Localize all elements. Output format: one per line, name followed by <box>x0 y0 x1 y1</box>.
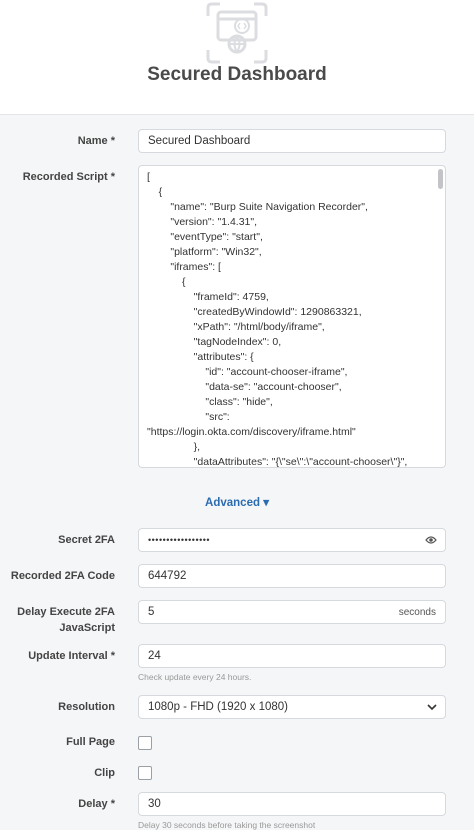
script-line: }, <box>147 441 201 453</box>
delay-input[interactable]: 30 <box>138 792 446 816</box>
update-interval-hint: Check update every 24 hours. <box>138 672 252 682</box>
script-line: "platform": "Win32", <box>147 246 262 258</box>
secret-2fa-input[interactable]: ••••••••••••••••• <box>138 528 446 552</box>
delay-label: Delay * <box>78 798 115 810</box>
script-line: "iframes": [ <box>147 261 221 273</box>
recorded-2fa-code-value: 644792 <box>148 570 187 582</box>
advanced-toggle[interactable]: Advanced ▾ <box>0 495 474 509</box>
clip-label: Clip <box>94 767 115 779</box>
script-line: "tagNodeIndex": 0, <box>147 336 282 348</box>
script-line: "class": "hide", <box>147 396 273 408</box>
script-line: [ <box>147 171 150 183</box>
secret-2fa-label: Secret 2FA <box>58 534 115 546</box>
delay-value: 30 <box>148 798 161 810</box>
script-line: "version": "1.4.31", <box>147 216 258 228</box>
seconds-suffix: seconds <box>398 606 436 618</box>
resolution-select[interactable]: 1080p - FHD (1920 x 1080) <box>138 695 446 719</box>
recorded-script-label: Recorded Script * <box>22 171 115 183</box>
resolution-value: 1080p - FHD (1920 x 1080) <box>148 701 288 713</box>
delay-execute-2fa-label: Delay Execute 2FA JavaScript <box>17 604 115 636</box>
script-line: "id": "account-chooser-iframe", <box>147 366 348 378</box>
scrollbar[interactable] <box>438 169 443 189</box>
script-line: "frameId": 4759, <box>147 291 269 303</box>
page-title: Secured Dashboard <box>147 64 327 85</box>
delay-execute-2fa-label-line2: JavaScript <box>59 622 115 634</box>
full-page-label: Full Page <box>66 736 115 748</box>
page-header: Secured Dashboard <box>0 0 474 115</box>
name-input[interactable]: Secured Dashboard <box>138 129 446 153</box>
clip-checkbox[interactable] <box>138 766 152 780</box>
chevron-down-icon <box>427 704 437 711</box>
script-line: "createdByWindowId": 1290863321, <box>147 306 362 318</box>
eye-icon[interactable] <box>425 535 437 545</box>
name-label: Name * <box>77 135 115 147</box>
update-interval-value: 24 <box>148 650 161 662</box>
recorded-script-textarea[interactable]: [ { "name": "Burp Suite Navigation Recor… <box>138 165 446 468</box>
script-line: "data-se": "account-chooser", <box>147 381 342 393</box>
script-line: "https://login.okta.com/discovery/iframe… <box>147 426 356 438</box>
update-interval-label: Update Interval * <box>28 650 115 662</box>
resolution-label: Resolution <box>58 701 115 713</box>
recorded-2fa-code-input[interactable]: 644792 <box>138 564 446 588</box>
script-line: "attributes": { <box>147 351 254 363</box>
full-page-checkbox[interactable] <box>138 736 152 750</box>
script-line: "dataAttributes": "{\"se\":\"account-cho… <box>147 456 408 468</box>
script-line: { <box>147 276 186 288</box>
script-line: "src": <box>147 411 230 423</box>
delay-execute-2fa-input[interactable]: 5 seconds <box>138 600 446 624</box>
delay-hint: Delay 30 seconds before taking the scree… <box>138 820 316 830</box>
update-interval-input[interactable]: 24 <box>138 644 446 668</box>
recorded-2fa-code-label: Recorded 2FA Code <box>10 570 115 582</box>
script-line: "xPath": "/html/body/iframe", <box>147 321 325 333</box>
script-line: { <box>147 186 163 198</box>
browser-code-icon <box>206 2 268 64</box>
script-line: "eventType": "start", <box>147 231 263 243</box>
name-value: Secured Dashboard <box>148 135 251 147</box>
secret-2fa-value: ••••••••••••••••• <box>148 535 211 545</box>
script-line: "name": "Burp Suite Navigation Recorder"… <box>147 201 368 213</box>
recorded-script-content: [ { "name": "Burp Suite Navigation Recor… <box>147 170 433 468</box>
delay-execute-2fa-label-line1: Delay Execute 2FA <box>17 606 115 618</box>
delay-execute-2fa-value: 5 <box>148 606 155 618</box>
